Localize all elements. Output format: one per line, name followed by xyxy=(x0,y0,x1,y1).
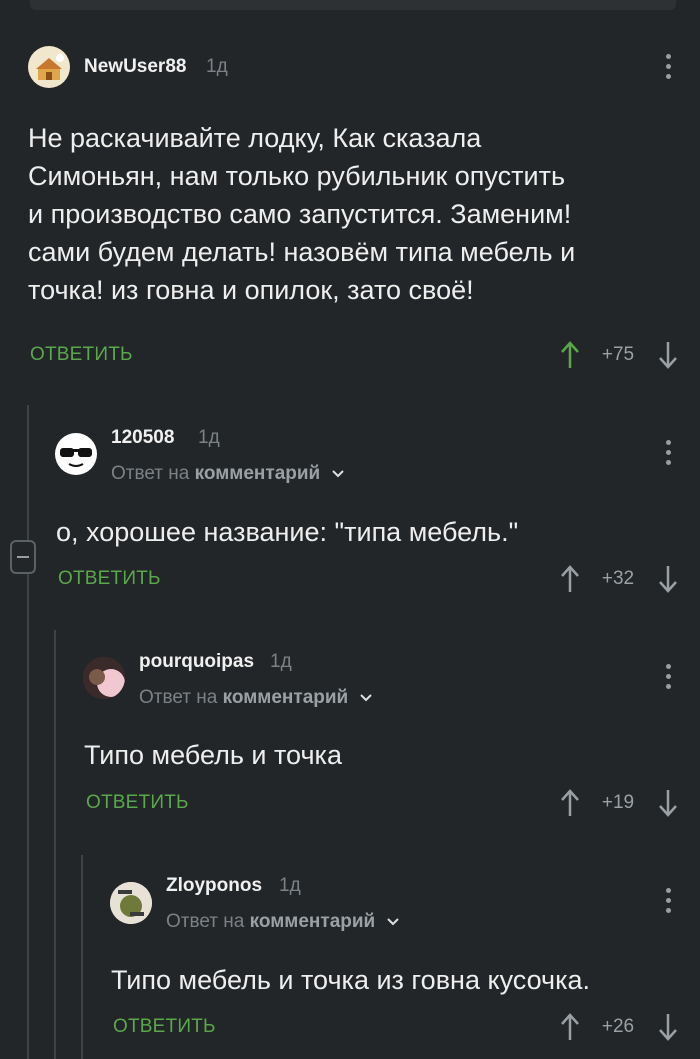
previous-block-edge xyxy=(30,0,676,10)
reply-to-link[interactable]: комментарий xyxy=(223,687,349,708)
vote-control: +26 xyxy=(560,1012,685,1044)
comment-line: Не раскачивайте лодку, Как сказала xyxy=(28,123,482,153)
reply-to-prefix: Ответ на xyxy=(166,911,245,932)
arrow-up-icon[interactable] xyxy=(560,1012,580,1042)
username[interactable]: 120508 xyxy=(111,427,174,449)
reply-button[interactable]: ОТВЕТИТЬ xyxy=(86,792,189,814)
reply-button[interactable]: ОТВЕТИТЬ xyxy=(30,344,133,366)
minus-icon xyxy=(17,556,29,558)
comment-line: точка! из говна и опилок, зато своё! xyxy=(28,275,474,305)
avatar[interactable] xyxy=(110,882,152,924)
chevron-down-icon[interactable] xyxy=(386,918,399,926)
arrow-down-icon[interactable] xyxy=(658,788,678,818)
reply-to[interactable]: Ответ на комментарий xyxy=(111,463,344,485)
score: +26 xyxy=(601,1016,635,1037)
arrow-up-icon[interactable] xyxy=(560,564,580,594)
avatar[interactable] xyxy=(55,433,97,475)
score: +75 xyxy=(601,344,635,365)
arrow-up-icon[interactable] xyxy=(560,340,580,370)
sunglasses-avatar-icon xyxy=(60,448,92,467)
username[interactable]: NewUser88 xyxy=(84,56,186,78)
timestamp: 1д xyxy=(206,56,228,77)
reply-button[interactable]: ОТВЕТИТЬ xyxy=(58,568,161,590)
chevron-down-icon[interactable] xyxy=(359,694,372,702)
timestamp: 1д xyxy=(198,427,220,448)
house-avatar-icon xyxy=(36,54,64,80)
vote-control: +19 xyxy=(560,788,685,820)
score: +32 xyxy=(601,568,635,589)
timestamp: 1д xyxy=(270,651,292,672)
reply-to-prefix: Ответ на xyxy=(111,463,190,484)
reply-to-link[interactable]: комментарий xyxy=(195,463,321,484)
reply-button[interactable]: ОТВЕТИТЬ xyxy=(113,1016,216,1038)
comment-line: о, хорошее название: "типа мебель." xyxy=(56,517,519,547)
comment-line: и производство само запустится. Заменим! xyxy=(28,199,572,229)
reply-to[interactable]: Ответ на комментарий xyxy=(166,911,399,933)
score: +19 xyxy=(601,792,635,813)
kebab-menu-icon[interactable] xyxy=(663,54,673,82)
avatar[interactable] xyxy=(28,46,70,88)
photo-avatar-icon xyxy=(83,657,125,699)
comment-line: Симоньян, нам только рубильник опустить xyxy=(28,161,566,191)
thread-line-level-3[interactable] xyxy=(81,855,83,1059)
kebab-menu-icon[interactable] xyxy=(663,888,673,916)
comment-text: Типо мебель и точка из говна кусочка. xyxy=(111,961,691,999)
kebab-menu-icon[interactable] xyxy=(663,664,673,692)
comment-text: Типо мебель и точка xyxy=(84,736,674,774)
arrow-down-icon[interactable] xyxy=(658,1012,678,1042)
username[interactable]: Zloyponos xyxy=(166,875,262,897)
comment-line: сами будем делать! назовём типа мебель и xyxy=(28,237,576,267)
arrow-up-icon[interactable] xyxy=(560,788,580,818)
arrow-down-icon[interactable] xyxy=(658,340,678,370)
comment-line: Типо мебель и точка из говна кусочка. xyxy=(111,965,590,995)
chevron-down-icon[interactable] xyxy=(331,470,344,478)
reply-to-link[interactable]: комментарий xyxy=(250,911,376,932)
comments-page: NewUser88 1д Не раскачивайте лодку, Как … xyxy=(0,0,700,1059)
comment-line: Типо мебель и точка xyxy=(84,740,342,770)
username[interactable]: pourquoipas xyxy=(139,651,254,673)
vote-control: +32 xyxy=(560,564,685,596)
comment-text: Не раскачивайте лодку, Как сказала Симон… xyxy=(28,119,678,309)
collapse-thread-button[interactable] xyxy=(10,540,36,574)
comment-text: о, хорошее название: "типа мебель." xyxy=(56,513,676,551)
photo-avatar-icon xyxy=(110,882,152,924)
vote-control: +75 xyxy=(560,340,685,372)
thread-line-level-2[interactable] xyxy=(54,630,56,1059)
avatar[interactable] xyxy=(83,657,125,699)
reply-to-prefix: Ответ на xyxy=(139,687,218,708)
thread-line-level-1[interactable] xyxy=(27,405,29,1059)
timestamp: 1д xyxy=(279,875,301,896)
kebab-menu-icon[interactable] xyxy=(663,440,673,468)
reply-to[interactable]: Ответ на комментарий xyxy=(139,687,372,709)
arrow-down-icon[interactable] xyxy=(658,564,678,594)
